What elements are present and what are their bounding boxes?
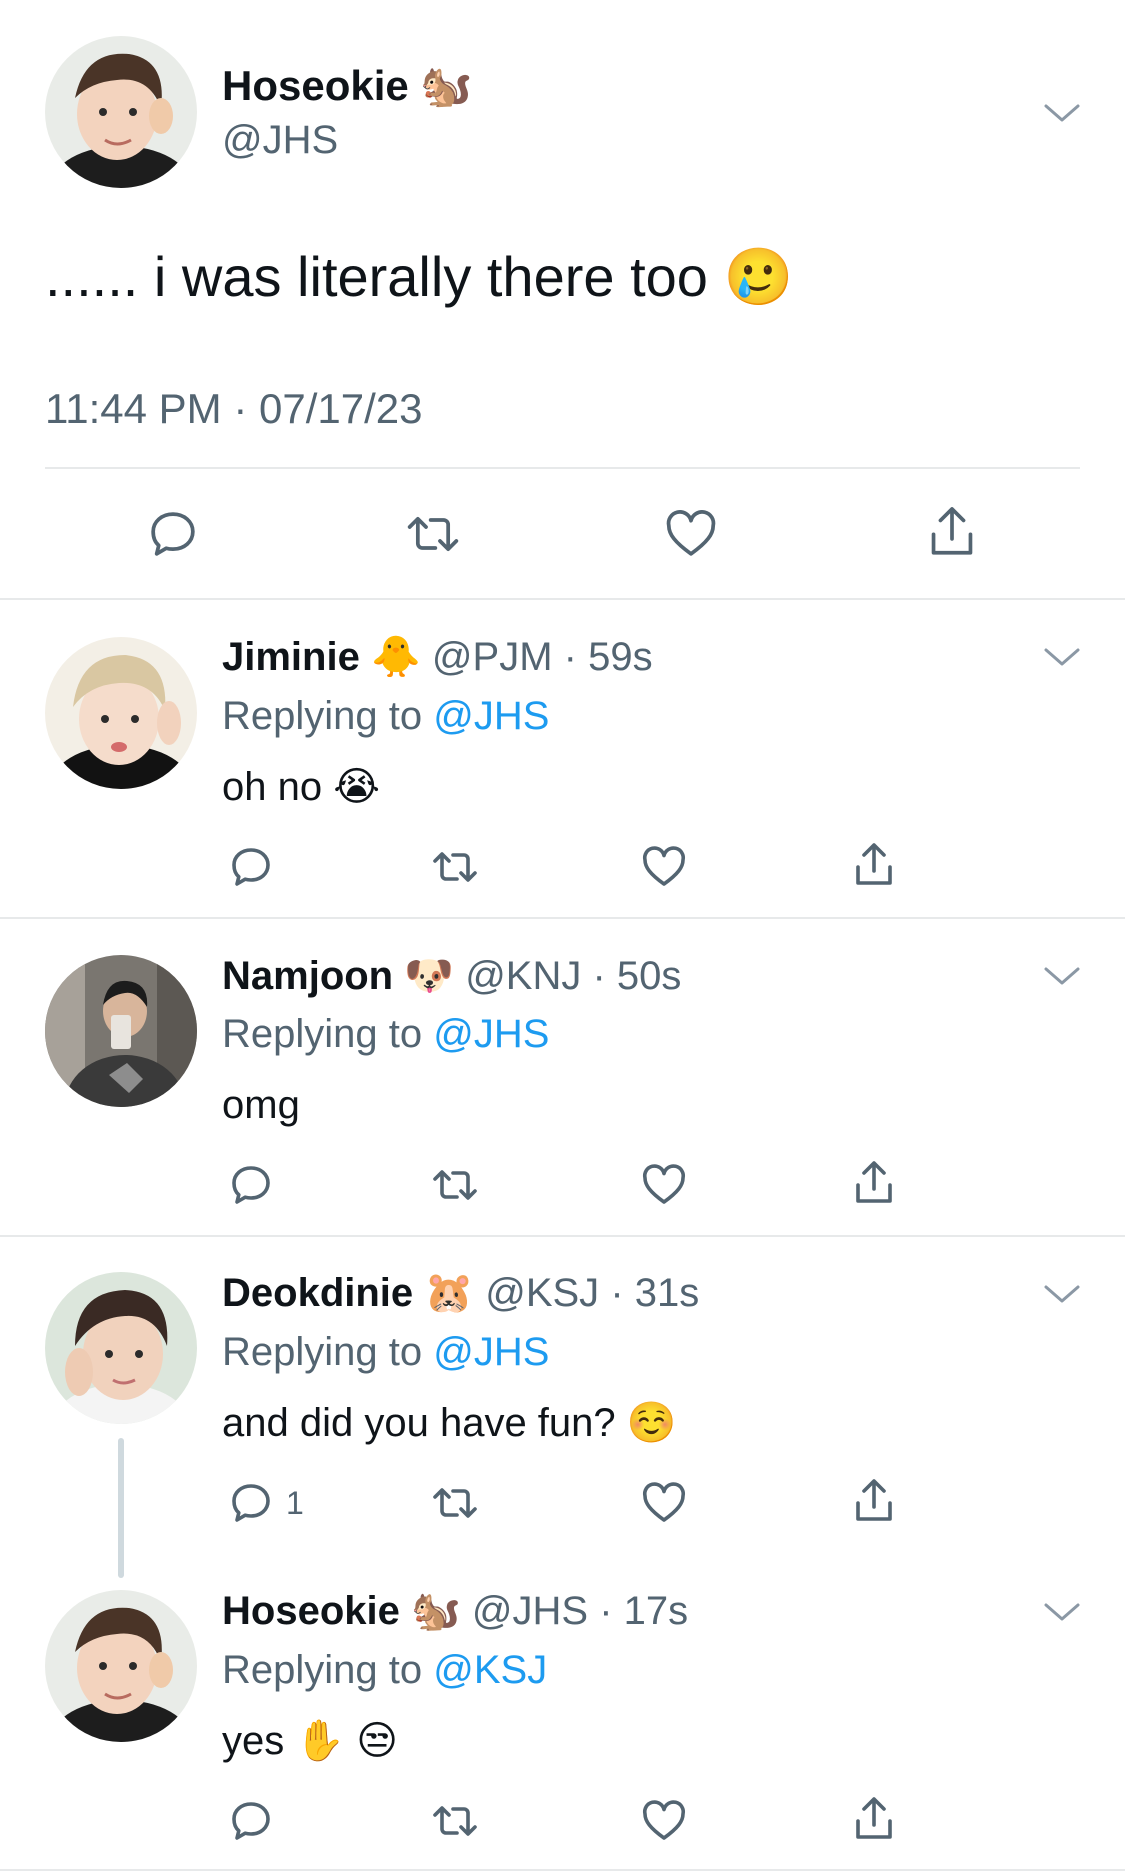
user-handle[interactable]: @KSJ: [485, 1271, 599, 1315]
retweet-icon[interactable]: [402, 506, 464, 562]
share-icon[interactable]: [850, 1474, 898, 1528]
retweet-icon[interactable]: [428, 1161, 482, 1209]
tweet-emoji: ✋ 😒: [295, 1719, 398, 1763]
reply-icon[interactable]: [227, 1161, 275, 1209]
chevron-down-icon[interactable]: [1042, 961, 1082, 991]
dog-emoji: 🐶: [404, 954, 455, 998]
chevron-down-icon[interactable]: [1042, 1597, 1082, 1627]
chevron-down-icon[interactable]: [1042, 1279, 1082, 1309]
reply-icon[interactable]: [145, 506, 201, 562]
user-handle[interactable]: @KNJ: [465, 954, 581, 998]
avatar[interactable]: [45, 637, 197, 789]
display-name[interactable]: Hoseokie: [222, 62, 409, 109]
user-handle[interactable]: @JHS: [222, 114, 338, 166]
replying-to-link[interactable]: @JHS: [433, 694, 549, 738]
chipmunk-emoji: 🐿️: [420, 62, 473, 109]
retweet-icon[interactable]: [428, 1479, 482, 1527]
tweet-text: omg: [222, 1083, 300, 1127]
replying-to-link[interactable]: @JHS: [433, 1330, 549, 1374]
share-icon[interactable]: [924, 502, 980, 562]
tweet-text: and did you have fun?: [222, 1401, 616, 1445]
like-icon[interactable]: [640, 1479, 688, 1527]
chevron-down-icon[interactable]: [1042, 642, 1082, 672]
replying-label: Replying to: [222, 694, 423, 738]
tweet-time: · 17s: [599, 1589, 689, 1633]
hamster-emoji: 🐹: [424, 1271, 475, 1315]
tweet-emoji: ☺️: [626, 1401, 677, 1445]
reply-icon[interactable]: [227, 1797, 275, 1845]
divider: [0, 917, 1125, 919]
like-icon[interactable]: [640, 1797, 688, 1845]
replying-label: Replying to: [222, 1330, 423, 1374]
tweet-text: oh no: [222, 765, 323, 809]
reply-icon[interactable]: [227, 843, 275, 891]
reply-count: 1: [286, 1485, 304, 1521]
tweet-text: ...... i was literally there too: [45, 245, 708, 308]
display-name[interactable]: Deokdinie: [222, 1271, 413, 1315]
replying-label: Replying to: [222, 1012, 423, 1056]
chick-emoji: 🐥: [370, 635, 421, 679]
tweet-timestamp: 11:44 PM · 07/17/23: [45, 385, 423, 432]
avatar[interactable]: [45, 955, 197, 1107]
divider: [45, 467, 1080, 469]
tweet-time: · 50s: [592, 954, 682, 998]
divider: [0, 1235, 1125, 1237]
share-icon[interactable]: [850, 1156, 898, 1210]
divider: [0, 1869, 1125, 1871]
share-icon[interactable]: [850, 838, 898, 892]
reply-icon[interactable]: [227, 1479, 275, 1527]
chevron-down-icon[interactable]: [1042, 98, 1082, 128]
tweet-time: · 59s: [563, 635, 653, 679]
like-icon[interactable]: [640, 1161, 688, 1209]
avatar[interactable]: [45, 36, 197, 188]
tweet-text: yes: [222, 1719, 285, 1763]
retweet-icon[interactable]: [428, 1797, 482, 1845]
replying-label: Replying to: [222, 1648, 423, 1692]
tweet-time: · 31s: [610, 1271, 700, 1315]
like-icon[interactable]: [640, 843, 688, 891]
replying-to-link[interactable]: @KSJ: [433, 1648, 547, 1692]
avatar[interactable]: [45, 1272, 197, 1424]
tweet-emoji: 😭: [333, 765, 380, 809]
avatar[interactable]: [45, 1590, 197, 1742]
display-name[interactable]: Hoseokie: [222, 1589, 400, 1633]
chipmunk-emoji: 🐿️: [410, 1589, 461, 1633]
user-handle[interactable]: @JHS: [472, 1589, 588, 1633]
replying-to-link[interactable]: @JHS: [433, 1012, 549, 1056]
display-name[interactable]: Jiminie: [222, 635, 360, 679]
like-icon[interactable]: [663, 506, 719, 562]
tweet-emoji: 🥲: [723, 245, 794, 308]
divider: [0, 598, 1125, 600]
thread-connector-line: [118, 1438, 124, 1578]
display-name[interactable]: Namjoon: [222, 954, 393, 998]
retweet-icon[interactable]: [428, 843, 482, 891]
share-icon[interactable]: [850, 1792, 898, 1846]
user-handle[interactable]: @PJM: [432, 635, 553, 679]
